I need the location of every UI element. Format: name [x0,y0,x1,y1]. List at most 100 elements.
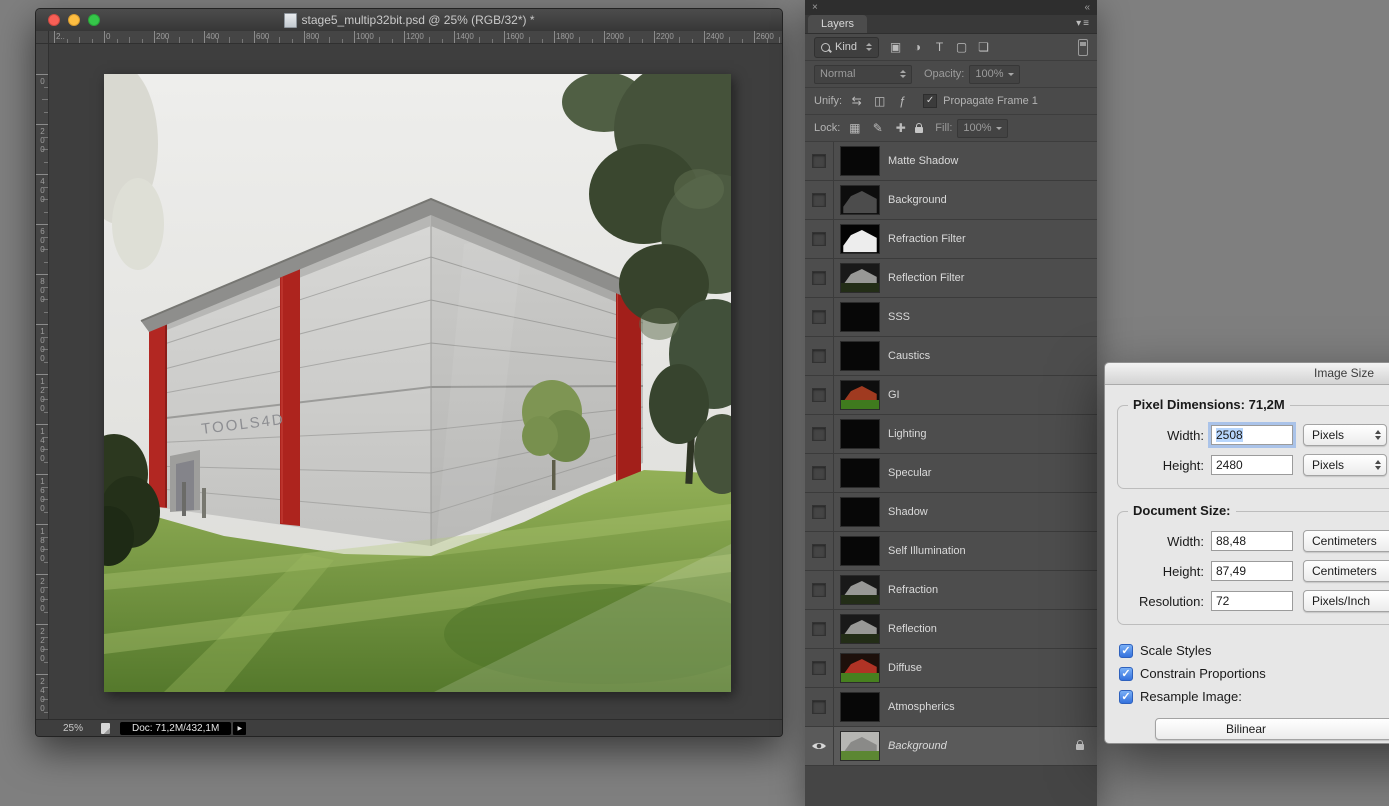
layer-thumbnail[interactable] [841,225,879,253]
doc-width-unit-popup[interactable]: Centimeters [1303,530,1389,552]
smart-object-filter-icon[interactable]: ❏ [975,40,992,54]
adjustment-layer-filter-icon[interactable]: ◑ [909,40,926,54]
visibility-toggle[interactable] [805,220,834,258]
layer-row[interactable]: Refraction [805,571,1097,610]
minimize-button[interactable] [68,14,80,26]
filtering-toggle-icon[interactable] [1078,38,1088,56]
visibility-toggle[interactable] [805,376,834,414]
unify-style-icon[interactable]: ƒ [894,94,911,108]
canvas-image[interactable]: TOOLS4D [104,74,731,692]
resolution-unit-popup[interactable]: Pixels/Inch [1303,590,1389,612]
status-menu-arrow[interactable]: ▶ [233,721,247,735]
doc-width-input[interactable]: 88,48 [1211,531,1293,551]
visibility-toggle[interactable] [805,727,834,765]
layer-thumbnail[interactable] [841,303,879,331]
scale-styles-checkbox[interactable]: ✓ [1119,643,1133,658]
layer-thumbnail[interactable] [841,654,879,682]
resolution-input[interactable]: 72 [1211,591,1293,611]
resample-method-popup[interactable]: Bilinear [1155,718,1389,740]
visibility-toggle[interactable] [805,688,834,726]
layer-row[interactable]: Reflection Filter [805,259,1097,298]
visibility-toggle[interactable] [805,259,834,297]
layer-row[interactable]: Background [805,727,1097,766]
layer-thumbnail[interactable] [841,459,879,487]
doc-height-unit-popup[interactable]: Centimeters [1303,560,1389,582]
visibility-toggle[interactable] [805,337,834,375]
layer-name: Atmospherics [888,701,955,713]
pixel-width-unit-popup[interactable]: Pixels [1303,424,1387,446]
dialog-title[interactable]: Image Size [1105,363,1389,385]
visibility-toggle[interactable] [805,298,834,336]
layer-thumbnail[interactable] [841,264,879,292]
layer-row[interactable]: SSS [805,298,1097,337]
collapse-dock-icon[interactable]: « [1084,2,1090,13]
layer-row[interactable]: Specular [805,454,1097,493]
visibility-toggle[interactable] [805,493,834,531]
blend-mode-dropdown[interactable]: Normal [814,64,912,84]
layer-thumbnail[interactable] [841,147,879,175]
unify-visibility-icon[interactable]: ◫ [871,94,888,108]
layer-thumbnail[interactable] [841,537,879,565]
visibility-box [812,388,826,402]
layer-thumbnail[interactable] [841,732,879,760]
opacity-field[interactable]: 100% [969,64,1020,84]
visibility-toggle[interactable] [805,571,834,609]
layer-row[interactable]: Reflection [805,610,1097,649]
zoom-button[interactable] [88,14,100,26]
close-button[interactable] [48,14,60,26]
layer-thumbnail[interactable] [841,615,879,643]
layer-thumbnail[interactable] [841,420,879,448]
visibility-toggle[interactable] [805,610,834,648]
layer-row[interactable]: Diffuse [805,649,1097,688]
doc-size-info[interactable]: Doc: 71,2M/432,1M [120,721,232,735]
resample-image-checkbox[interactable]: ✓ [1119,689,1133,704]
visibility-toggle[interactable] [805,142,834,180]
layer-row[interactable]: GI [805,376,1097,415]
zoom-level[interactable]: 25% [63,723,83,734]
layer-thumbnail[interactable] [841,342,879,370]
unify-position-icon[interactable]: ⇆ [848,94,865,108]
type-layer-filter-icon[interactable]: T [931,40,948,54]
layer-row[interactable]: Matte Shadow [805,142,1097,181]
constrain-proportions-checkbox[interactable]: ✓ [1119,666,1133,681]
layer-row[interactable]: Background [805,181,1097,220]
pixel-height-input[interactable]: 2480 [1211,455,1293,475]
tab-layers[interactable]: Layers [808,15,868,33]
visibility-toggle[interactable] [805,181,834,219]
layer-thumbnail[interactable] [841,693,879,721]
visibility-toggle[interactable] [805,454,834,492]
kind-filter-dropdown[interactable]: Kind [814,36,880,58]
layer-thumbnail[interactable] [841,576,879,604]
close-panel-icon[interactable]: × [812,2,818,13]
lock-all-icon[interactable] [915,122,924,133]
shape-layer-filter-icon[interactable]: ▢ [953,40,970,54]
layer-row[interactable]: Shadow [805,493,1097,532]
propagate-checkbox[interactable]: ✓ [923,94,938,108]
visibility-toggle[interactable] [805,649,834,687]
horizontal-ruler[interactable]: 2.. 0 200 400 600 800 1000 1200 1400 1600 1800 2000… [49,31,782,44]
pixel-height-unit-popup[interactable]: Pixels [1303,454,1387,476]
layer-thumbnail[interactable] [841,498,879,526]
fill-field[interactable]: 100% [957,118,1008,138]
layer-thumbnail[interactable] [841,381,879,409]
layer-row[interactable]: Lighting [805,415,1097,454]
canvas-area[interactable]: TOOLS4D [49,44,782,721]
layer-row[interactable]: Self Illumination [805,532,1097,571]
doc-height-input[interactable]: 87,49 [1211,561,1293,581]
vertical-ruler[interactable]: 0 200 400 600 800 1000 1200 1400 1600 1800 2000 220… [36,44,49,721]
lock-pixels-icon[interactable]: ✎ [869,121,886,135]
lock-position-icon[interactable]: ✚ [892,121,909,135]
visibility-toggle[interactable] [805,532,834,570]
pixel-width-input[interactable]: 2508 [1211,425,1293,445]
visibility-toggle[interactable] [805,415,834,453]
layer-row[interactable]: Caustics [805,337,1097,376]
layer-thumbnail[interactable] [841,186,879,214]
panel-menu-icon[interactable]: ▾ ≡ [1076,18,1089,29]
document-titlebar[interactable]: stage5_multip32bit.psd @ 25% (RGB/32*) * [36,9,782,32]
ruler-corner[interactable] [36,31,49,44]
pixel-layer-filter-icon[interactable]: ▣ [887,40,904,54]
eye-icon[interactable] [811,741,827,751]
layer-row[interactable]: Atmospherics [805,688,1097,727]
lock-transparency-icon[interactable]: ▦ [846,121,863,135]
layer-row[interactable]: Refraction Filter [805,220,1097,259]
